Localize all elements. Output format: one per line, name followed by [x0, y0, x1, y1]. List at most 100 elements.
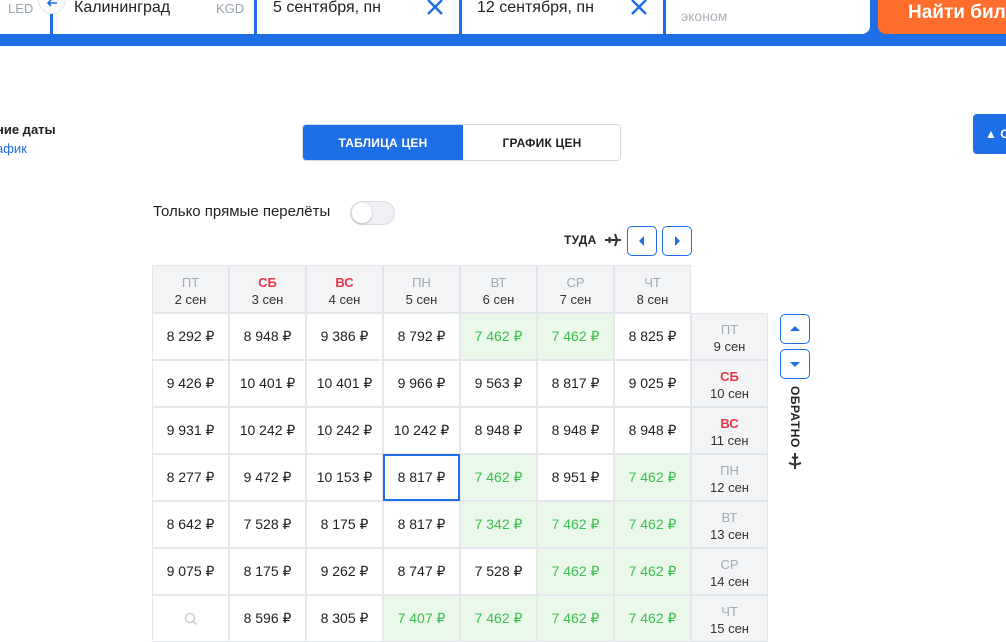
plane-icon [605, 233, 621, 247]
swap-icon [46, 0, 57, 7]
column-dow: СБ [258, 275, 277, 290]
price-cell[interactable]: 7 528 ₽ [229, 501, 306, 548]
row-dow: СР [720, 557, 739, 572]
price-cell[interactable]: 7 462 ₽ [537, 501, 614, 548]
price-cell[interactable]: 7 462 ₽ [614, 595, 691, 642]
price-cell[interactable]: 8 948 ₽ [229, 313, 306, 360]
search-icon [184, 612, 197, 625]
price-cell[interactable]: 8 825 ₽ [614, 313, 691, 360]
column-header: ПН 5 сен [383, 265, 460, 313]
swap-button[interactable] [38, 0, 66, 14]
column-dow: ПН [412, 275, 431, 290]
chevron-right-icon [675, 236, 680, 246]
price-cell[interactable]: 9 563 ₽ [460, 360, 537, 407]
price-cell[interactable]: 8 292 ₽ [152, 313, 229, 360]
price-cell[interactable]: 9 426 ₽ [152, 360, 229, 407]
return-date-input[interactable]: 12 сентября, пн [477, 0, 594, 17]
column-header: ПТ 2 сен [152, 265, 229, 313]
price-cell[interactable]: 7 407 ₽ [383, 595, 460, 642]
chart-link[interactable]: афик [0, 141, 27, 156]
origin-code: LED [8, 1, 34, 16]
price-cell[interactable]: 7 462 ₽ [460, 313, 537, 360]
price-cell[interactable]: 8 792 ₽ [383, 313, 460, 360]
collapse-button[interactable]: ▲ О [973, 114, 1006, 154]
price-cell[interactable]: 7 462 ₽ [537, 595, 614, 642]
price-cell[interactable]: 9 966 ₽ [383, 360, 460, 407]
find-tickets-button[interactable]: Найти билеты [878, 0, 1006, 34]
price-cell[interactable]: 9 472 ₽ [229, 454, 306, 501]
class-select[interactable]: эконом [681, 8, 727, 24]
price-cell[interactable]: 8 175 ₽ [229, 548, 306, 595]
column-date: 6 сен [482, 292, 515, 307]
row-dow: ЧТ [721, 604, 738, 619]
row-header: ЧТ 15 сен [691, 595, 768, 642]
row-dow: ВС [720, 416, 739, 431]
divider [459, 0, 462, 34]
divider [254, 0, 257, 34]
price-cell[interactable]: 9 931 ₽ [152, 407, 229, 454]
price-cell[interactable]: 7 462 ₽ [614, 501, 691, 548]
divider [663, 0, 666, 34]
price-cell[interactable]: 9 025 ₽ [614, 360, 691, 407]
destination-input[interactable]: Калининград [74, 0, 170, 17]
column-date: 2 сен [174, 292, 207, 307]
price-cell[interactable]: 10 153 ₽ [306, 454, 383, 501]
price-cell[interactable]: 8 948 ₽ [614, 407, 691, 454]
flexible-dates-title: ние даты [0, 122, 56, 137]
row-dow: СБ [720, 369, 739, 384]
row-date: 11 сен [710, 433, 749, 448]
price-cell[interactable]: 7 462 ₽ [537, 313, 614, 360]
price-cell[interactable]: 8 747 ₽ [383, 548, 460, 595]
prev-week-button[interactable] [627, 226, 657, 256]
column-header: ВС 4 сен [306, 265, 383, 313]
chevron-up-icon [790, 326, 800, 331]
price-cell[interactable]: 8 817 ₽ [383, 454, 460, 501]
price-cell[interactable]: 8 817 ₽ [383, 501, 460, 548]
column-dow: ВТ [490, 275, 507, 290]
row-date: 9 сен [713, 339, 746, 354]
price-cell[interactable]: 10 242 ₽ [229, 407, 306, 454]
price-cell[interactable]: 7 528 ₽ [460, 548, 537, 595]
price-cell[interactable]: 10 401 ₽ [306, 360, 383, 407]
depart-date-input[interactable]: 5 сентября, пн [273, 0, 381, 17]
view-tabs: ТАБЛИЦА ЦЕН ГРАФИК ЦЕН [302, 124, 621, 161]
price-cell[interactable]: 7 462 ₽ [460, 454, 537, 501]
prev-return-week-button[interactable] [780, 314, 810, 344]
price-cell[interactable]: 8 175 ₽ [306, 501, 383, 548]
direct-flights-toggle[interactable] [350, 201, 395, 225]
price-cell[interactable]: 7 342 ₽ [460, 501, 537, 548]
column-date: 8 сен [636, 292, 669, 307]
price-cell[interactable]: 10 242 ₽ [306, 407, 383, 454]
price-cell[interactable]: 8 948 ₽ [537, 407, 614, 454]
price-cell[interactable]: 7 462 ₽ [614, 548, 691, 595]
price-cell[interactable]: 8 817 ₽ [537, 360, 614, 407]
price-cell[interactable]: 9 075 ₽ [152, 548, 229, 595]
price-cell[interactable]: 9 386 ₽ [306, 313, 383, 360]
price-cell[interactable]: 8 305 ₽ [306, 595, 383, 642]
price-cell[interactable]: 8 642 ₽ [152, 501, 229, 548]
next-week-button[interactable] [662, 226, 692, 256]
price-cell[interactable]: 7 462 ₽ [537, 548, 614, 595]
next-return-week-button[interactable] [780, 349, 810, 379]
price-cell[interactable]: 7 462 ₽ [614, 454, 691, 501]
price-cell[interactable]: 7 462 ₽ [460, 595, 537, 642]
price-cell[interactable]: 9 262 ₽ [306, 548, 383, 595]
price-cell[interactable]: 10 242 ₽ [383, 407, 460, 454]
column-header: ВТ 6 сен [460, 265, 537, 313]
tab-price-table[interactable]: ТАБЛИЦА ЦЕН [303, 125, 463, 160]
price-cell[interactable]: 8 948 ₽ [460, 407, 537, 454]
search-fields: LED Калининград KGD 5 сентября, пн 12 се… [0, 0, 870, 34]
return-label: ОБРАТНО [788, 386, 802, 448]
price-cell[interactable]: 10 401 ₽ [229, 360, 306, 407]
row-header: ВС 11 сен [691, 407, 768, 454]
price-cell[interactable]: 8 596 ₽ [229, 595, 306, 642]
column-header: СБ 3 сен [229, 265, 306, 313]
chevron-left-icon [639, 236, 644, 246]
clear-return-icon[interactable] [628, 0, 650, 18]
search-cell[interactable] [152, 595, 229, 642]
clear-depart-icon[interactable] [424, 0, 446, 18]
tab-price-chart[interactable]: ГРАФИК ЦЕН [463, 125, 620, 160]
column-header: СР 7 сен [537, 265, 614, 313]
price-cell[interactable]: 8 951 ₽ [537, 454, 614, 501]
price-cell[interactable]: 8 277 ₽ [152, 454, 229, 501]
